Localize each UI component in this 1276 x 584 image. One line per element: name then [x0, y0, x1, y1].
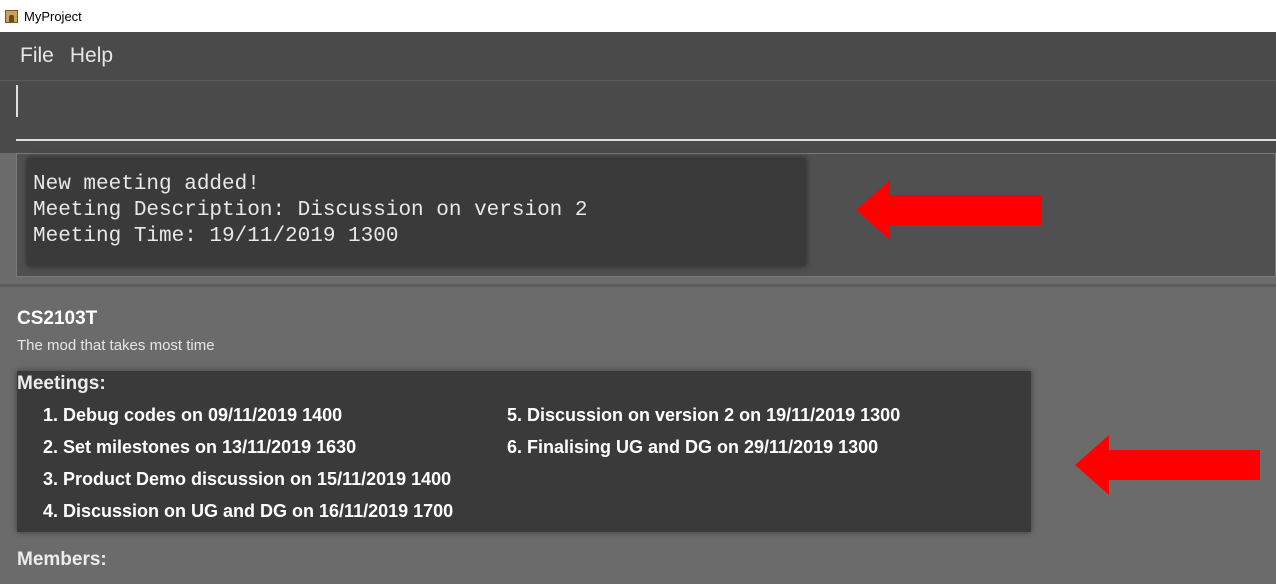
command-area [0, 80, 1276, 153]
meeting-item: 2. Set milestones on 13/11/2019 1630 [43, 437, 357, 457]
meetings-label: Meetings: [17, 373, 106, 394]
result-line: New meeting added! [33, 173, 260, 196]
title-bar: MyProject [0, 0, 1276, 32]
menu-help[interactable]: Help [70, 44, 113, 68]
result-line: Meeting Description: Discussion on versi… [33, 199, 588, 222]
project-title: CS2103T [17, 308, 98, 329]
red-arrow-icon [856, 180, 1042, 240]
menu-file[interactable]: File [20, 44, 54, 68]
meetings-box: Meetings: 1. Debug codes on 09/11/2019 1… [17, 371, 1031, 532]
meeting-item: 5. Discussion on version 2 on 19/11/2019… [507, 405, 901, 425]
meeting-item: 4. Discussion on UG and DG on 16/11/2019… [43, 501, 454, 521]
meeting-item: 3. Product Demo discussion on 15/11/2019… [43, 469, 452, 489]
meeting-item: 1. Debug codes on 09/11/2019 1400 [43, 405, 343, 425]
red-arrow-shape [856, 180, 1042, 240]
result-line: Meeting Time: 19/11/2019 1300 [33, 225, 399, 248]
app-icon [5, 9, 18, 23]
menu-bar: File Help [0, 32, 1276, 80]
result-display: New meeting added! Meeting Description: … [27, 158, 806, 266]
command-input[interactable] [16, 95, 1276, 141]
window-title: MyProject [24, 8, 82, 24]
project-description: The mod that takes most time [17, 337, 215, 354]
red-arrow-icon [1075, 435, 1260, 495]
text-caret [16, 85, 18, 117]
members-label: Members: [17, 549, 107, 570]
result-panel: New meeting added! Meeting Description: … [16, 153, 1276, 277]
meeting-item: 6. Finalising UG and DG on 29/11/2019 13… [507, 437, 879, 457]
red-arrow-shape [1075, 435, 1260, 495]
